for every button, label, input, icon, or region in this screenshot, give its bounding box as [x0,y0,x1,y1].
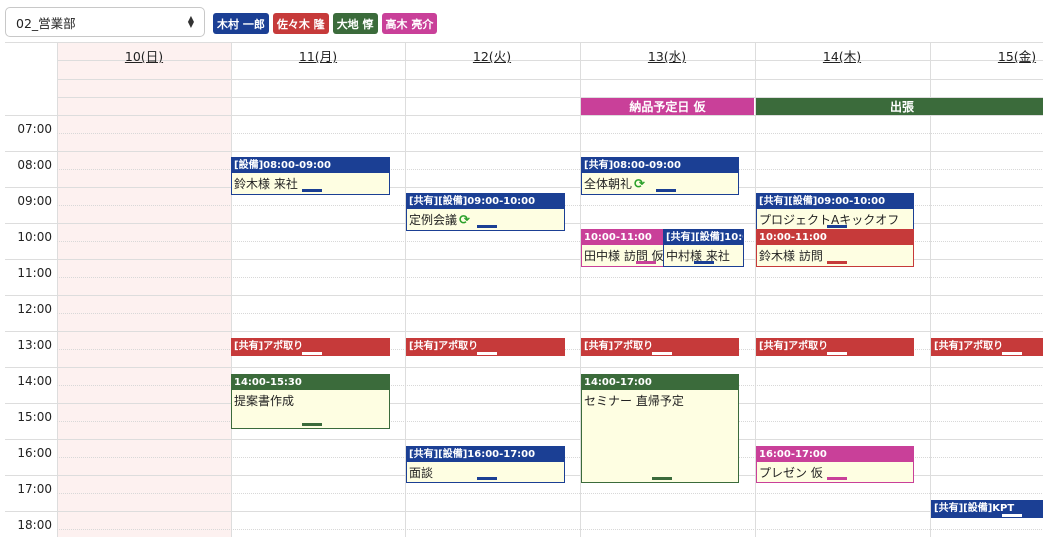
day-header-13[interactable]: 13(水) [580,46,754,65]
member-chips: 木村 一郎 佐々木 隆 大地 惇 高木 亮介 [213,13,438,34]
owner-marker [1002,352,1022,355]
sync-icon: ⟳ [634,177,645,192]
owner-marker [656,189,676,192]
event-header: 16:00-17:00 [757,447,913,462]
event-title: 定例会議 [409,213,458,227]
event-header: [共有][設備]09:00-10:00 [407,194,564,209]
allday-event-nohin[interactable]: 納品予定日 仮 [581,98,754,115]
time-label: 18:00 [17,518,52,532]
owner-marker [302,352,322,355]
time-label: 07:00 [17,122,52,136]
event-card[interactable]: [設備]08:00-09:00 鈴木様 来社 [231,157,390,195]
event-header: 14:00-17:00 [582,375,738,390]
owner-marker [652,477,672,480]
owner-marker [477,225,497,228]
time-label: 10:00 [17,230,52,244]
day-header-12[interactable]: 12(火) [405,46,579,65]
day-header-10[interactable]: 10(日) [57,46,231,65]
department-select[interactable]: 02_営業部 ▲ ▼ [5,7,205,37]
member-chip-kimura[interactable]: 木村 一郎 [213,13,269,34]
owner-marker [827,477,847,480]
owner-marker [636,261,656,264]
sync-icon: ⟳ [459,213,470,228]
owner-marker [1002,514,1022,517]
event-header: [共有]アポ取り [932,339,1043,355]
owner-marker [302,189,322,192]
event-card[interactable]: 14:00-15:30 提案書作成 [231,374,390,429]
time-label: 15:00 [17,410,52,424]
event-card[interactable]: [共有][設備]16:00-17:00 面談 [406,446,565,483]
owner-marker [827,261,847,264]
event-header: [設備]08:00-09:00 [232,158,389,173]
time-label: 08:00 [17,158,52,172]
event-card[interactable]: [共有][設備]KPT [931,500,1043,518]
day-header-11[interactable]: 11(月) [231,46,405,65]
sunday-column-bg [57,43,231,537]
owner-marker [694,261,714,264]
department-select-value: 02_営業部 [16,15,76,31]
time-label: 11:00 [17,266,52,280]
owner-marker [827,352,847,355]
time-label: 14:00 [17,374,52,388]
event-header: 10:00-11:00 [757,230,913,245]
event-title: 全体朝礼 [584,177,633,191]
event-card[interactable]: [共有]アポ取り [756,338,914,356]
owner-marker [477,477,497,480]
event-header: 10:00-11:00 [582,230,664,245]
time-label: 09:00 [17,194,52,208]
time-label: 12:00 [17,302,52,316]
event-card[interactable]: 10:00-11:00 鈴木様 訪問 [756,229,914,267]
owner-marker [652,352,672,355]
owner-marker [827,225,847,228]
event-header: [共有][設備]10:0 [664,230,743,245]
time-label: 16:00 [17,446,52,460]
event-title: セミナー 直帰予定 [584,394,684,408]
member-chip-daichi[interactable]: 大地 惇 [332,13,378,34]
allday-event-shutcho[interactable]: 出張 [756,98,1043,115]
member-chip-sasaki[interactable]: 佐々木 隆 [272,13,329,34]
time-label: 17:00 [17,482,52,496]
time-label: 13:00 [17,338,52,352]
event-card[interactable]: [共有]アポ取り [406,338,565,356]
owner-marker [477,352,497,355]
event-header: [共有]08:00-09:00 [582,158,738,173]
owner-marker [302,423,322,426]
event-card[interactable]: [共有]08:00-09:00 全体朝礼 ⟳ [581,157,739,195]
event-card[interactable]: 10:00-11:00 田中様 訪問 仮 [581,229,665,267]
event-card[interactable]: 16:00-17:00 プレゼン 仮 [756,446,914,483]
select-arrows-icon: ▲ ▼ [187,14,194,29]
event-header: [共有][設備]KPT [932,501,1043,517]
event-card[interactable]: [共有][設備]10:0 中村様 来社 [663,229,744,267]
event-card[interactable]: [共有][設備]09:00-10:00 定例会議 ⟳ [406,193,565,231]
event-header: [共有][設備]16:00-17:00 [407,447,564,462]
member-chip-takagi[interactable]: 高木 亮介 [381,13,438,34]
event-header: [共有][設備]09:00-10:00 [757,194,913,209]
day-header-14[interactable]: 14(木) [755,46,929,65]
event-card[interactable]: [共有]アポ取り [231,338,390,356]
event-title: 提案書作成 [234,394,295,408]
event-header: 14:00-15:30 [232,375,389,390]
day-header-15[interactable]: 15(金) [930,46,1043,65]
week-calendar-grid: 10(日) 11(月) 12(火) 13(水) 14(木) 15(金) 07:0… [5,42,1043,537]
event-card[interactable]: [共有][設備]09:00-10:00 プロジェクトAキックオフ [756,193,914,231]
event-card[interactable]: [共有]アポ取り [931,338,1043,356]
event-card[interactable]: 14:00-17:00 セミナー 直帰予定 [581,374,739,483]
event-card[interactable]: [共有]アポ取り [581,338,739,356]
